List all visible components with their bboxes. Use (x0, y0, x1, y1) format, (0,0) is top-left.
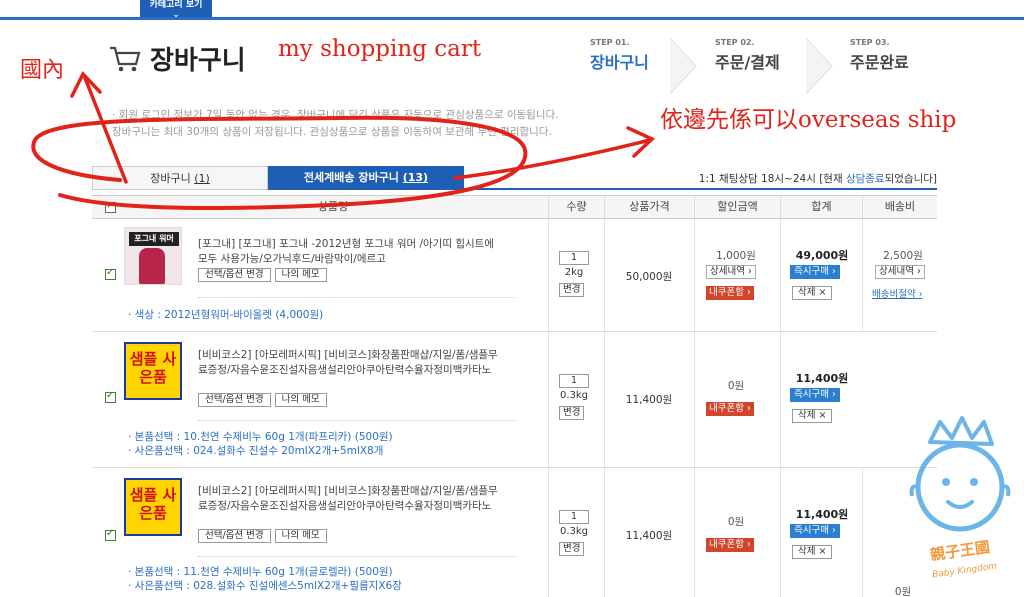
annotation-overseas: 依邊先係可以overseas ship (660, 107, 957, 133)
baby-kingdom-watermark-logo (909, 416, 1011, 532)
red-annotation-marks (31, 70, 656, 210)
annotation-domestic: 國內 (20, 58, 65, 83)
annotation-my-shopping-cart: my shopping cart (278, 36, 482, 62)
